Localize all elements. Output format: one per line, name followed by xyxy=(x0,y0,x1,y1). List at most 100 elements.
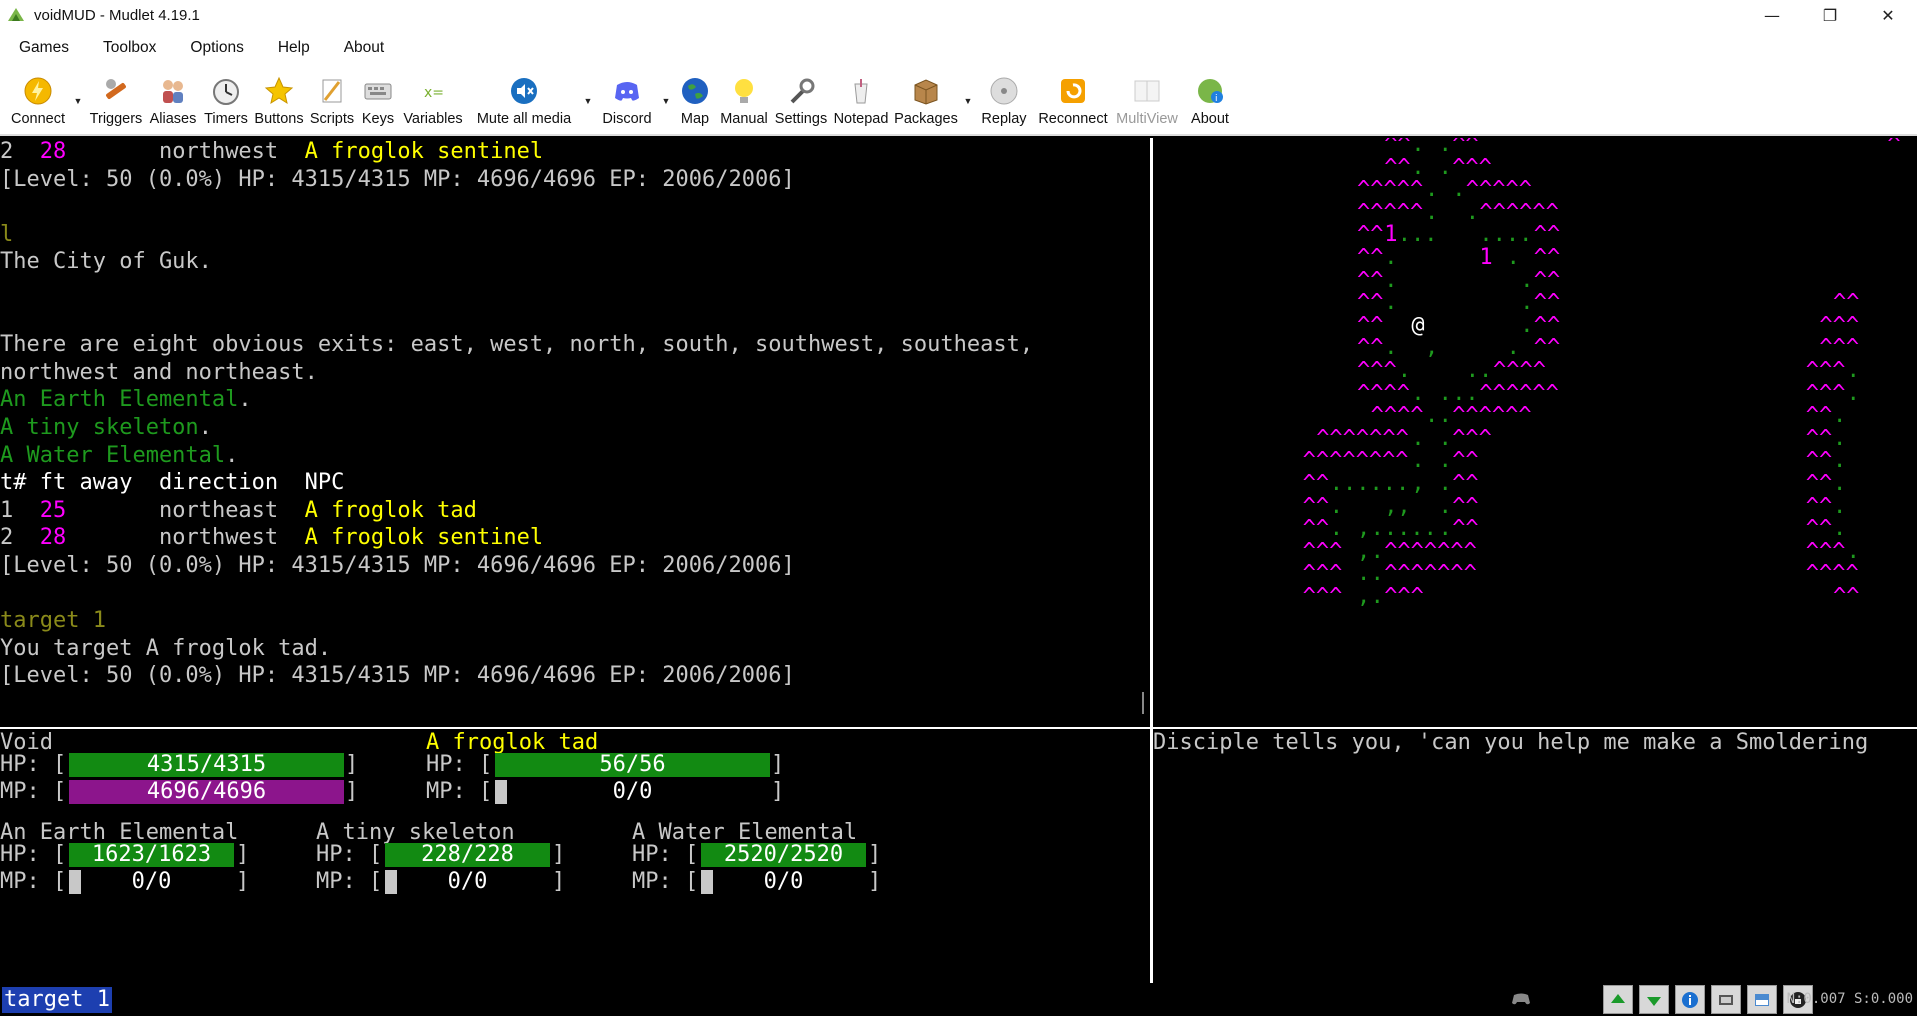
console-text-segment: 2 xyxy=(0,525,40,551)
toolbar-packages-button[interactable]: Packages xyxy=(892,66,960,134)
map-glyph: ^^ xyxy=(1302,471,1330,496)
map-glyph: . xyxy=(1438,403,1452,429)
split-screen-icon xyxy=(1755,993,1769,1006)
menu-help[interactable]: Help xyxy=(265,39,323,57)
toolbar-buttons-button[interactable]: Buttons xyxy=(252,66,306,134)
connect-dropdown-arrow-icon[interactable]: ▼ xyxy=(70,66,86,106)
toggle-view-button[interactable] xyxy=(1711,985,1741,1014)
map-glyph: . xyxy=(1833,448,1847,474)
command-line[interactable]: target 1 N:0.007 S:0.000 xyxy=(0,983,1917,1016)
main-console[interactable]: 2 28 northwest A froglok sentinel [Level:… xyxy=(0,138,1150,728)
map-glyph: .. xyxy=(1452,380,1479,406)
toolbar-aliases-button[interactable]: Aliases xyxy=(146,66,200,134)
command-input[interactable]: target 1 xyxy=(2,987,112,1013)
toolbar-reconnect-button[interactable]: Reconnect xyxy=(1032,66,1114,134)
map-glyph: ^^^ xyxy=(1357,358,1397,383)
toolbar-discord-button[interactable]: Discord xyxy=(596,66,658,134)
toolbar-variables-button[interactable]: x= Variables xyxy=(398,66,468,134)
toolbar-scripts-button[interactable]: Scripts xyxy=(306,66,358,134)
menu-options[interactable]: Options xyxy=(177,39,256,57)
split-view-button[interactable] xyxy=(1747,985,1777,1014)
multiview-icon xyxy=(1131,75,1163,107)
map-glyph: ^^ xyxy=(1302,493,1330,519)
toolbar-connect-button[interactable]: Connect xyxy=(6,66,70,134)
mute-dropdown-arrow-icon[interactable]: ▼ xyxy=(580,66,596,106)
maximize-button[interactable]: ❐ xyxy=(1801,0,1859,30)
scroll-up-button[interactable] xyxy=(1603,985,1633,1014)
map-glyph: ^^^^^ xyxy=(1357,199,1424,225)
timers-icon xyxy=(210,75,242,107)
toolbar-map-button[interactable]: Map xyxy=(674,66,716,134)
toolbar-settings-button[interactable]: Settings xyxy=(772,66,830,134)
player-mp-label: MP: [ xyxy=(0,779,67,804)
console-line: t# ft away direction NPC xyxy=(0,469,1150,497)
menu-games[interactable]: Games xyxy=(6,39,82,57)
console-scrollbar[interactable] xyxy=(1142,692,1144,714)
ally-hp-label: HP: [ xyxy=(632,842,699,867)
map-glyph: ^^^ xyxy=(1805,538,1846,564)
map-glyph: . xyxy=(1411,138,1425,157)
console-text-segment: northwest xyxy=(66,139,305,164)
map-glyph: ^^^ xyxy=(1819,335,1860,361)
packages-dropdown-arrow-icon[interactable]: ▼ xyxy=(960,66,976,106)
map-glyph: . xyxy=(1833,493,1847,519)
console-line: A Water Elemental. xyxy=(0,442,1150,470)
map-glyph: . xyxy=(1384,290,1398,316)
map-glyph: , xyxy=(1357,538,1371,564)
map-glyph: . xyxy=(1397,358,1412,383)
discord-dropdown-arrow-icon[interactable]: ▼ xyxy=(658,66,674,106)
map-glyph: . xyxy=(1833,425,1847,451)
toolbar-timers-button[interactable]: Timers xyxy=(200,66,252,134)
map-glyph: ^^^ xyxy=(1302,538,1343,564)
console-line: l xyxy=(0,221,1150,249)
console-text-segment: 1 xyxy=(0,497,40,523)
map-glyph: . xyxy=(1425,177,1439,203)
toolbar-mute-button[interactable]: Mute all media xyxy=(468,66,580,134)
ally-mp-label: MP: [ xyxy=(632,869,699,894)
map-glyph: ^^ xyxy=(1805,425,1833,451)
toolbar-manual-button[interactable]: Manual xyxy=(716,66,772,134)
triggers-icon xyxy=(100,75,132,107)
ally-hp-bar: 1623/1623 xyxy=(69,843,234,867)
toolbar-keys-button[interactable]: Keys xyxy=(358,66,398,134)
map-glyph: ^^ xyxy=(1833,290,1860,316)
scroll-down-button[interactable] xyxy=(1639,985,1669,1014)
settings-icon xyxy=(785,75,817,107)
map-glyph: ^^ xyxy=(1302,516,1330,542)
map-glyph: ^^^^^^^ xyxy=(1316,425,1409,451)
menu-toolbox[interactable]: Toolbox xyxy=(90,39,169,57)
toolbar-multiview-button[interactable]: MultiView xyxy=(1114,66,1180,134)
player-hp-label: HP: [ xyxy=(0,752,67,777)
map-glyph: . xyxy=(1833,471,1847,496)
scripts-icon xyxy=(316,75,348,107)
map-glyph: . xyxy=(1438,516,1452,542)
map-glyph: . xyxy=(1411,425,1425,451)
menu-about[interactable]: About xyxy=(331,39,398,57)
toolbar-triggers-button[interactable]: Triggers xyxy=(86,66,146,134)
map-glyph: . xyxy=(1465,199,1480,225)
info-button[interactable] xyxy=(1675,985,1705,1014)
map-glyph: ^^^^^ xyxy=(1357,177,1424,203)
ally-mp-bar: 0/0 xyxy=(131,868,172,894)
minimize-button[interactable]: — xyxy=(1743,0,1801,30)
map-glyph: ^^^ xyxy=(1302,561,1343,587)
map-glyph: ^^ xyxy=(1357,312,1384,338)
map-icon xyxy=(679,75,711,107)
map-glyph: ^^ xyxy=(1533,312,1561,338)
toolbar-replay-button[interactable]: Replay xyxy=(976,66,1032,134)
target-mp-bar: 0/0 xyxy=(612,778,653,804)
console-text-segment: . xyxy=(238,387,252,413)
ally-mp-label: MP: [ xyxy=(316,869,383,894)
player-position-marker: @ xyxy=(1411,312,1425,338)
svg-text:x=: x= xyxy=(424,85,444,101)
aliases-icon xyxy=(157,75,189,107)
toolbar-about-button[interactable]: i About xyxy=(1180,66,1240,134)
map-glyph: ^^ xyxy=(1357,245,1384,270)
map-glyph: ^^^^ xyxy=(1370,403,1424,429)
console-text-segment: northeast xyxy=(66,497,305,523)
map-glyph: ^^^^^^^ xyxy=(1384,561,1477,587)
map-glyph: ^^ xyxy=(1452,138,1479,157)
toolbar-notepad-button[interactable]: Notepad xyxy=(830,66,892,134)
close-button[interactable]: ✕ xyxy=(1859,0,1917,30)
